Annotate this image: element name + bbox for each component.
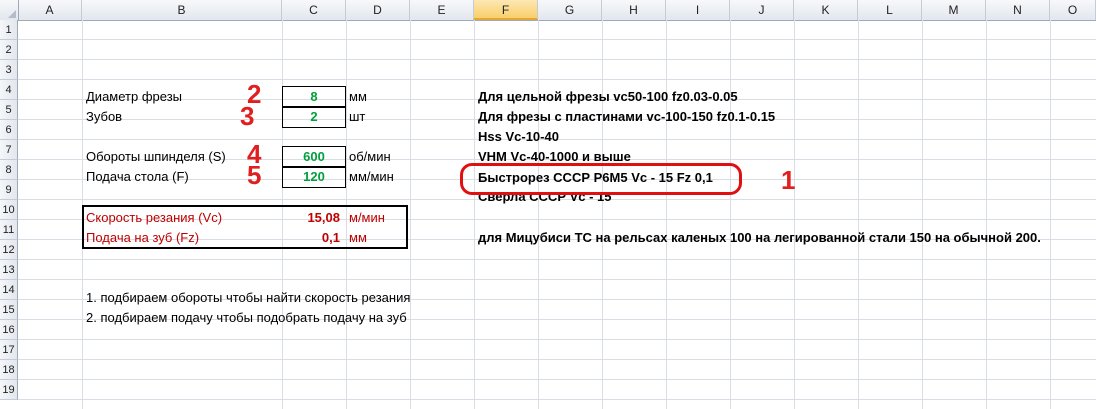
feed-unit[interactable]: мм/мин <box>349 167 394 187</box>
note-solid-cutter[interactable]: Для цельной фрезы vc50-100 fz0.03-0.05 <box>478 87 738 107</box>
gridline <box>18 379 1096 380</box>
note-mitsubishi[interactable]: для Мицубиси ТС на рельсах каленых 100 н… <box>478 228 1041 248</box>
fz-value[interactable]: 0,1 <box>282 228 346 248</box>
row-header-1[interactable]: 1 <box>0 20 18 40</box>
row-header-5[interactable]: 5 <box>0 100 18 120</box>
gridline <box>18 359 1096 360</box>
gridline <box>18 259 1096 260</box>
row-header-16[interactable]: 16 <box>0 320 18 340</box>
teeth-input[interactable]: 2 <box>282 107 346 127</box>
row-header-3[interactable]: 3 <box>0 60 18 80</box>
row-header-4[interactable]: 4 <box>0 80 18 100</box>
row-header-12[interactable]: 12 <box>0 240 18 260</box>
row-header-13[interactable]: 13 <box>0 260 18 280</box>
spindle-unit[interactable]: об/мин <box>349 147 391 167</box>
instruction-2[interactable]: 2. подбираем подачу чтобы подобрать пода… <box>86 308 407 328</box>
column-header-k[interactable]: K <box>794 0 858 20</box>
row-header-9[interactable]: 9 <box>0 180 18 200</box>
column-header-o[interactable]: O <box>1050 0 1096 20</box>
column-header-g[interactable]: G <box>538 0 602 20</box>
note-hss[interactable]: Hss Vc-10-40 <box>478 127 559 147</box>
row-header-2[interactable]: 2 <box>0 40 18 60</box>
diameter-label[interactable]: Диаметр фрезы <box>86 87 182 107</box>
column-header-l[interactable]: L <box>858 0 922 20</box>
highlight-oval <box>460 163 742 195</box>
column-header-a[interactable]: A <box>18 0 82 20</box>
column-header-d[interactable]: D <box>346 0 410 20</box>
annotation-5: 5 <box>247 160 262 190</box>
speed-value[interactable]: 15,08 <box>282 208 346 228</box>
column-header-m[interactable]: M <box>922 0 986 20</box>
diameter-unit[interactable]: мм <box>349 87 367 107</box>
row-header-18[interactable]: 18 <box>0 360 18 380</box>
annotation-3: 3 <box>240 101 255 131</box>
feed-input[interactable]: 120 <box>282 167 346 187</box>
row-header-19[interactable]: 19 <box>0 380 18 400</box>
instruction-1[interactable]: 1. подбираем обороты чтобы найти скорост… <box>86 288 410 308</box>
column-header-j[interactable]: J <box>730 0 794 20</box>
gridline <box>18 39 1096 40</box>
teeth-label[interactable]: Зубов <box>86 107 122 127</box>
column-header-c[interactable]: C <box>282 0 346 20</box>
select-all-corner[interactable] <box>0 0 19 20</box>
speed-unit[interactable]: м/мин <box>349 208 385 228</box>
column-header-b[interactable]: B <box>82 0 282 20</box>
column-header-e[interactable]: E <box>410 0 474 20</box>
column-header-n[interactable]: N <box>986 0 1050 20</box>
gridline <box>18 79 1096 80</box>
row-header-17[interactable]: 17 <box>0 340 18 360</box>
spindle-label[interactable]: Обороты шпинделя (S) <box>86 147 226 167</box>
teeth-unit[interactable]: шт <box>349 107 365 127</box>
row-header-15[interactable]: 15 <box>0 300 18 320</box>
column-header-f[interactable]: F <box>474 0 538 20</box>
spindle-input[interactable]: 600 <box>282 147 346 167</box>
spreadsheet: A B C D E F G H I J K L M N O 1 2 3 4 5 … <box>0 0 1096 409</box>
fz-unit[interactable]: мм <box>349 228 367 248</box>
gridline <box>18 59 1096 60</box>
row-header-11[interactable]: 11 <box>0 220 18 240</box>
column-header-i[interactable]: I <box>666 0 730 20</box>
row-header-8[interactable]: 8 <box>0 160 18 180</box>
gridline <box>18 339 1096 340</box>
speed-label[interactable]: Скорость резания (Vc) <box>86 208 222 228</box>
row-header-14[interactable]: 14 <box>0 280 18 300</box>
note-insert-cutter[interactable]: Для фрезы с пластинами vc-100-150 fz0.1-… <box>478 107 775 127</box>
diameter-input[interactable]: 8 <box>282 87 346 107</box>
fz-label[interactable]: Подача на зуб (Fz) <box>86 228 199 248</box>
gridline <box>18 279 1096 280</box>
row-header-7[interactable]: 7 <box>0 140 18 160</box>
gridline <box>18 399 1096 400</box>
row-header-10[interactable]: 10 <box>0 200 18 220</box>
column-header-h[interactable]: H <box>602 0 666 20</box>
row-header-6[interactable]: 6 <box>0 120 18 140</box>
feed-label[interactable]: Подача стола (F) <box>86 167 189 187</box>
annotation-1: 1 <box>781 165 796 195</box>
